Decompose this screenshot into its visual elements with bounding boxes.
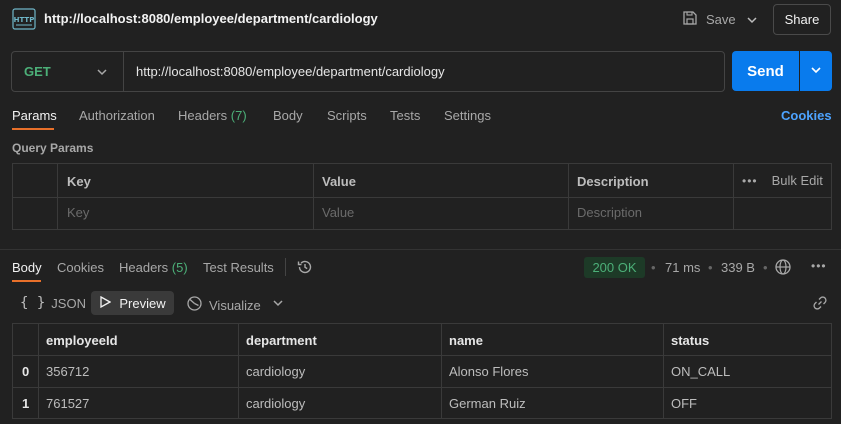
- query-params-table: Key Value Description ••• Bulk Edit Key …: [12, 163, 832, 230]
- meta-separator: •: [708, 260, 713, 275]
- tab-headers-label: Headers: [178, 108, 228, 123]
- cell-employeeid: 356712: [46, 364, 90, 379]
- tab-headers[interactable]: Headers (7): [178, 108, 247, 123]
- visualize-mode-label: Visualize: [209, 297, 261, 313]
- row-divider: [13, 355, 831, 356]
- share-button[interactable]: Share: [773, 4, 831, 35]
- cell-status: OFF: [671, 396, 697, 411]
- tab-scripts[interactable]: Scripts: [327, 108, 367, 123]
- url-input[interactable]: http://localhost:8080/employee/departmen…: [136, 64, 445, 79]
- key-header: Key: [67, 174, 91, 189]
- response-tab-headers[interactable]: Headers (5): [119, 260, 188, 275]
- cookies-link[interactable]: Cookies: [781, 108, 832, 123]
- json-mode-label: JSON: [51, 295, 86, 311]
- http-icon: HTTP: [12, 8, 36, 30]
- column-divider: [441, 324, 442, 418]
- status-badge[interactable]: 200 OK: [584, 257, 645, 278]
- tab-separator: [285, 258, 286, 276]
- column-divider: [238, 324, 239, 418]
- history-icon[interactable]: [296, 258, 314, 279]
- url-bar: GET http://localhost:8080/employee/depar…: [11, 51, 725, 92]
- row-index: 1: [22, 396, 30, 411]
- row-divider: [13, 197, 831, 198]
- description-header: Description: [577, 174, 649, 189]
- cell-status: ON_CALL: [671, 364, 731, 379]
- save-button[interactable]: Save: [682, 8, 736, 30]
- headers-count: (7): [230, 108, 247, 123]
- active-tab-indicator: [12, 128, 54, 130]
- svg-text:HTTP: HTTP: [14, 16, 35, 24]
- cell-employeeid: 761527: [46, 396, 90, 411]
- visualize-mode-button[interactable]: Visualize: [186, 295, 261, 315]
- method-label: GET: [24, 64, 51, 79]
- response-headers-label: Headers: [119, 260, 169, 275]
- row-index: 0: [22, 364, 30, 379]
- more-options-icon: •••: [742, 173, 758, 188]
- cell-department: cardiology: [246, 396, 306, 411]
- preview-mode-button[interactable]: Preview: [91, 291, 174, 315]
- method-chevron-down-icon[interactable]: [94, 64, 110, 80]
- save-options-chevron-down-icon[interactable]: [744, 12, 760, 28]
- tab-body[interactable]: Body: [273, 108, 303, 123]
- column-divider: [38, 324, 39, 418]
- cell-name: German Ruiz: [449, 396, 526, 411]
- visualize-chevron-down-icon[interactable]: [270, 295, 286, 314]
- row-divider: [13, 387, 831, 388]
- link-icon[interactable]: [811, 294, 829, 315]
- description-input[interactable]: Description: [577, 205, 642, 220]
- tab-settings[interactable]: Settings: [444, 108, 491, 123]
- globe-icon[interactable]: [774, 258, 792, 279]
- response-time[interactable]: 71 ms: [665, 260, 700, 275]
- meta-separator: •: [651, 260, 656, 275]
- key-input[interactable]: Key: [67, 205, 89, 220]
- response-headers-count: (5): [171, 260, 188, 275]
- active-response-tab-indicator: [12, 280, 41, 282]
- value-input[interactable]: Value: [322, 205, 354, 220]
- save-label: Save: [706, 11, 736, 27]
- tab-params[interactable]: Params: [12, 108, 57, 123]
- send-button[interactable]: Send: [732, 51, 799, 91]
- json-mode-button[interactable]: { } JSON: [20, 295, 86, 311]
- tab-authorization[interactable]: Authorization: [79, 108, 155, 123]
- tab-tests[interactable]: Tests: [390, 108, 420, 123]
- visualize-icon: [186, 295, 203, 315]
- column-header-status[interactable]: status: [671, 333, 709, 348]
- bulk-edit-label: Bulk Edit: [771, 173, 823, 188]
- column-header-name[interactable]: name: [449, 333, 483, 348]
- response-tab-body[interactable]: Body: [12, 260, 42, 275]
- response-tab-cookies[interactable]: Cookies: [57, 260, 104, 275]
- value-header: Value: [322, 174, 356, 189]
- braces-icon: { }: [20, 295, 46, 311]
- send-options-button[interactable]: [800, 51, 832, 91]
- response-table: employeeId department name status 0 3567…: [12, 323, 832, 419]
- preview-mode-label: Preview: [119, 295, 166, 311]
- cell-name: Alonso Flores: [449, 364, 529, 379]
- more-options-icon[interactable]: •••: [811, 259, 827, 273]
- pane-divider[interactable]: [0, 249, 841, 250]
- chevron-down-icon: [808, 62, 824, 81]
- request-title: http://localhost:8080/employee/departmen…: [44, 11, 378, 26]
- column-divider: [663, 324, 664, 418]
- save-icon: [682, 10, 698, 29]
- cell-department: cardiology: [246, 364, 306, 379]
- response-tab-test-results[interactable]: Test Results: [203, 260, 274, 275]
- meta-separator: •: [763, 260, 768, 275]
- query-params-label: Query Params: [12, 141, 94, 155]
- bulk-edit-button[interactable]: ••• Bulk Edit: [742, 173, 823, 188]
- play-icon: [99, 295, 112, 311]
- column-header-employeeid[interactable]: employeeId: [46, 333, 118, 348]
- column-header-department[interactable]: department: [246, 333, 317, 348]
- response-size[interactable]: 339 B: [721, 260, 755, 275]
